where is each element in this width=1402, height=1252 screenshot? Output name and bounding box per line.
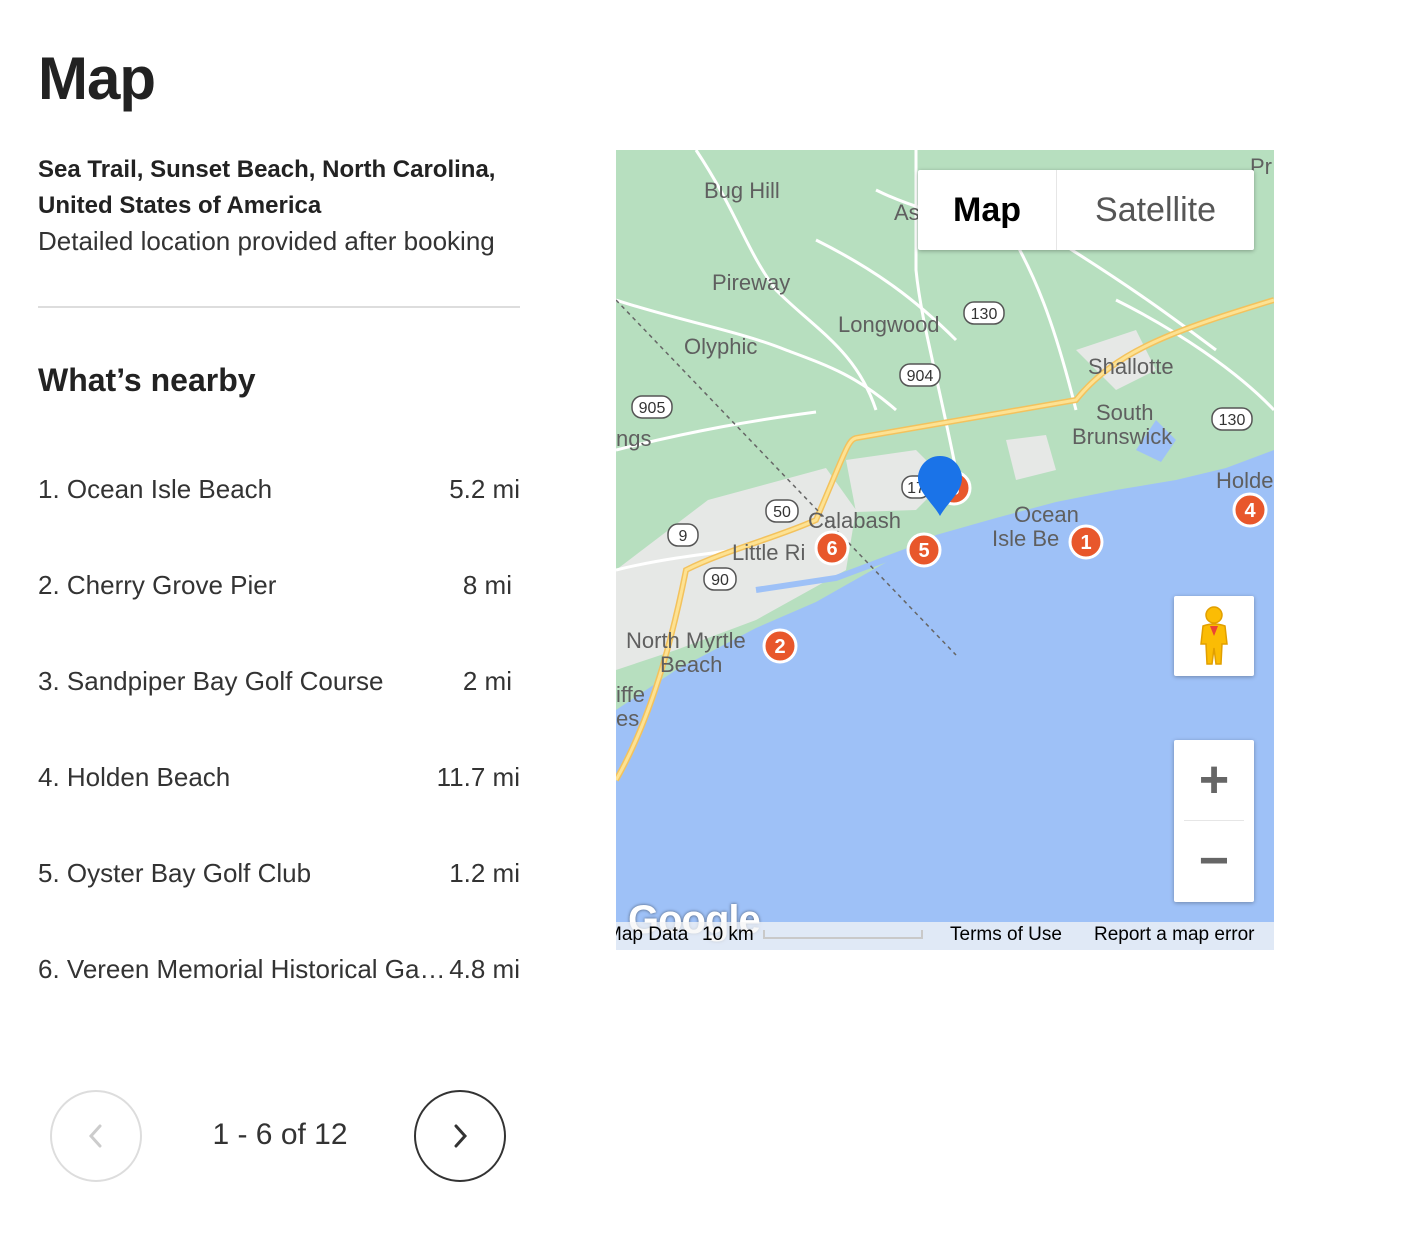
nearby-item-distance: 1.2 mi [449, 858, 520, 888]
map-label: Ocean [1014, 502, 1079, 527]
section-divider [38, 306, 520, 308]
street-view-button[interactable] [1174, 596, 1254, 676]
map-label: Bug Hill [704, 178, 780, 203]
pagination-next-button[interactable] [414, 1090, 506, 1182]
map-label: Longwood [838, 312, 940, 337]
map-marker[interactable]: 4 [1232, 492, 1268, 528]
map-marker-number: 4 [1244, 500, 1256, 522]
map-label: Little Ri [732, 540, 805, 565]
location-note: Detailed location provided after booking [38, 226, 495, 256]
route-number: 50 [773, 504, 791, 521]
map-label: iffe [616, 682, 645, 707]
map-marker[interactable]: 6 [814, 530, 850, 566]
map-label: Calabash [808, 508, 901, 533]
map-label: North Myrtle [626, 628, 746, 653]
nearby-heading: What’s nearby [38, 362, 256, 398]
map-footer: Map Data 10 km Terms of Use Report a map… [616, 922, 1274, 950]
report-map-error-link[interactable]: Report a map error [1094, 924, 1255, 946]
route-number: 905 [639, 400, 666, 417]
chevron-right-icon [454, 1124, 468, 1148]
map-marker-number: 1 [1080, 532, 1091, 554]
nearby-item[interactable]: 5. Oyster Bay Golf Club 1.2 mi [38, 848, 520, 944]
route-shield: 905 [631, 395, 673, 419]
zoom-out-button[interactable]: − [1174, 821, 1254, 901]
nearby-item-name: 6. Vereen Memorial Historical Gardens [38, 954, 446, 984]
pagination-prev-button[interactable] [50, 1090, 142, 1182]
map-label: Shallotte [1088, 354, 1174, 379]
page-title: Map [38, 45, 156, 112]
nearby-item-name: 1. Ocean Isle Beach [38, 474, 273, 504]
nearby-item-distance: 5.2 mi [449, 474, 520, 504]
map-label: Brunswick [1072, 424, 1173, 449]
route-number: 9 [679, 528, 688, 545]
map-marker[interactable]: 5 [906, 532, 942, 568]
map-view[interactable]: Bug Hill Ash Pireway Longwood Olyphic Sh… [616, 150, 1274, 950]
route-shield: 50 [765, 499, 799, 523]
map-label: Isle Be [992, 526, 1059, 551]
nearby-item-name: 2. Cherry Grove Pier [38, 570, 277, 600]
zoom-in-button[interactable]: + [1174, 740, 1254, 820]
route-number: 130 [1219, 412, 1246, 429]
nearby-item-distance: 4.8 mi [449, 954, 520, 984]
chevron-left-icon [88, 1124, 102, 1148]
nearby-item-distance: 11.7 mi [436, 762, 520, 792]
nearby-item[interactable]: 2. Cherry Grove Pier 8 mi [38, 560, 520, 656]
map-label: Pireway [712, 270, 790, 295]
nearby-item[interactable]: 4. Holden Beach 11.7 mi [38, 752, 520, 848]
terms-of-use-link[interactable]: Terms of Use [950, 924, 1062, 946]
map-scale-label: 10 km [702, 924, 754, 945]
route-shield: 130 [1211, 407, 1253, 431]
nearby-list: 1. Ocean Isle Beach 5.2 mi 2. Cherry Gro… [38, 464, 520, 1040]
route-shield: 130 [963, 301, 1005, 325]
map-marker-number: 2 [774, 636, 785, 658]
map-marker-number: 6 [826, 538, 837, 560]
route-shield: 904 [899, 363, 941, 387]
map-type-control: Map Satellite [918, 170, 1254, 250]
pagination-text: 1 - 6 of 12 [212, 1118, 348, 1151]
location-address: Sea Trail, Sunset Beach, North Carolina,… [38, 156, 496, 219]
map-label: Beach [660, 652, 722, 677]
pegman-icon [1200, 606, 1228, 665]
nearby-item-name: 3. Sandpiper Bay Golf Course [38, 666, 384, 696]
route-shield: 90 [703, 567, 737, 591]
nearby-item[interactable]: 6. Vereen Memorial Historical Gardens 4.… [38, 944, 520, 1040]
map-type-satellite-button[interactable]: Satellite [1057, 170, 1254, 250]
nearby-item[interactable]: 3. Sandpiper Bay Golf Course 2 mi [38, 656, 520, 752]
map-data-link[interactable]: Map Data [616, 924, 688, 946]
map-label: Holde [1216, 468, 1273, 493]
route-number: 904 [907, 368, 934, 385]
map-label: Olyphic [684, 334, 757, 359]
nearby-item-distance: 2 mi [462, 666, 512, 696]
map-label: South [1096, 400, 1154, 425]
nearby-item-name: 5. Oyster Bay Golf Club [38, 858, 312, 888]
zoom-control: + − [1174, 740, 1254, 902]
map-marker[interactable]: 2 [762, 628, 798, 664]
map-marker[interactable]: 1 [1068, 524, 1104, 560]
nearby-item[interactable]: 1. Ocean Isle Beach 5.2 mi [38, 464, 520, 560]
nearby-item-distance: 8 mi [462, 570, 512, 600]
route-shield: 9 [667, 523, 699, 547]
nearby-item-name: 4. Holden Beach [38, 762, 231, 792]
map-label: ngs [616, 426, 651, 451]
map-label: es [616, 706, 639, 731]
map-marker-number: 5 [918, 540, 929, 562]
route-number: 130 [971, 306, 998, 323]
map-type-map-button[interactable]: Map [918, 170, 1057, 250]
route-number: 90 [711, 572, 729, 589]
